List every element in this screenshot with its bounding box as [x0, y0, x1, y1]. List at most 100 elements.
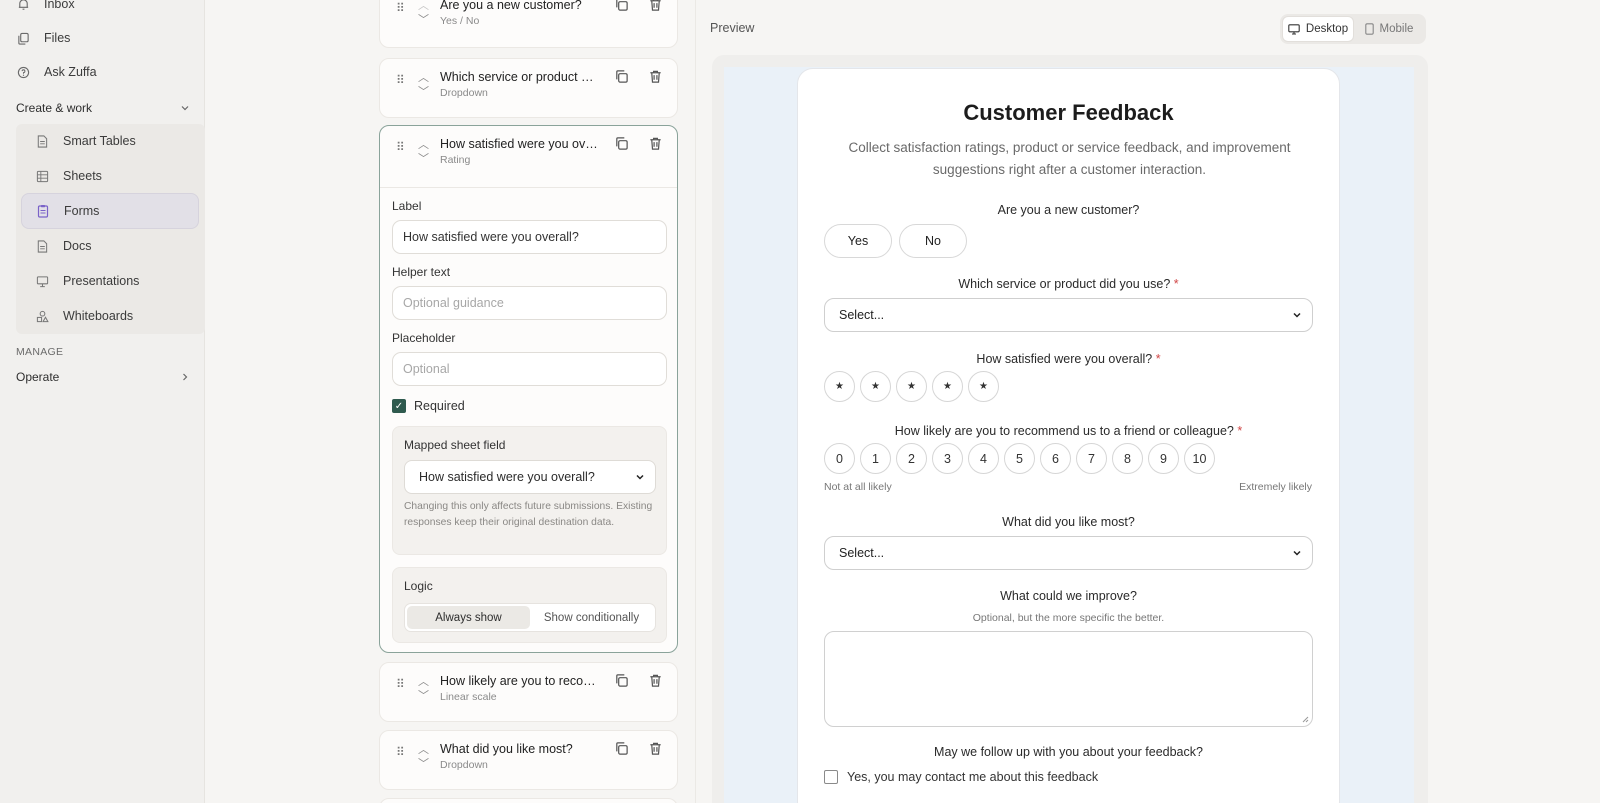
logic-show-conditionally[interactable]: Show conditionally [530, 606, 653, 629]
rating-star-1[interactable]: ★ [824, 371, 855, 402]
scale-option-9[interactable]: 9 [1148, 443, 1179, 474]
required-checkbox[interactable]: ✓ [392, 399, 406, 413]
question-card[interactable]: ⠿ ︿ ﹀ Are you a new customer? Yes / No [379, 0, 678, 48]
presentation-icon [35, 274, 49, 288]
chevron-down-icon[interactable]: ﹀ [418, 687, 429, 703]
help-circle-icon [16, 65, 30, 79]
select-value: Select... [839, 546, 885, 560]
scale-option-10[interactable]: 10 [1184, 443, 1215, 474]
label-input[interactable] [392, 220, 667, 254]
improve-textarea[interactable] [824, 631, 1313, 727]
placeholder-field-label: Placeholder [392, 331, 456, 345]
question-label: Which service or product did you use? * [798, 277, 1339, 291]
question-card[interactable]: ⠿ ︿ ﹀ How likely are you to recommend us… [379, 662, 678, 722]
helper-text-input[interactable] [392, 286, 667, 320]
follow-up-checkbox[interactable] [824, 770, 838, 784]
required-row[interactable]: ✓ Required [392, 399, 465, 413]
chevron-down-icon[interactable]: ﹀ [418, 83, 429, 99]
question-type: Rating [440, 154, 471, 166]
sidebar-item-forms[interactable]: Forms [21, 193, 199, 229]
no-option[interactable]: No [899, 224, 967, 258]
operate-group-toggle[interactable]: Operate [16, 370, 190, 384]
follow-up-checkbox-row[interactable]: Yes, you may contact me about this feedb… [824, 770, 1098, 784]
question-text: How satisfied were you overall? [976, 352, 1153, 366]
sidebar-item-presentations[interactable]: Presentations [21, 263, 199, 299]
duplicate-icon[interactable] [614, 69, 630, 85]
placeholder-input[interactable] [392, 352, 667, 386]
chevron-down-icon[interactable]: ﹀ [418, 150, 429, 166]
drag-handle-icon[interactable]: ⠿ [396, 140, 405, 154]
chevron-down-icon [1292, 548, 1302, 558]
required-mark: * [1155, 352, 1161, 366]
delete-icon[interactable] [648, 69, 664, 85]
scale-option-4[interactable]: 4 [968, 443, 999, 474]
group-label: Operate [16, 370, 60, 384]
resize-handle-icon [1302, 716, 1309, 723]
sidebar-item-docs[interactable]: Docs [21, 228, 199, 264]
yes-option[interactable]: Yes [824, 224, 892, 258]
delete-icon[interactable] [648, 0, 664, 13]
delete-icon[interactable] [648, 136, 664, 152]
sidebar-item-files[interactable]: Files [16, 24, 70, 52]
question-card-partial[interactable] [379, 798, 678, 803]
scale-option-5[interactable]: 5 [1004, 443, 1035, 474]
sidebar-item-inbox[interactable]: Inbox [16, 0, 75, 18]
mapped-field-select[interactable]: How satisfied were you overall? [404, 460, 656, 494]
chevron-down-icon[interactable]: ﹀ [418, 11, 429, 27]
drag-handle-icon[interactable]: ⠿ [396, 1, 405, 15]
scale-option-7[interactable]: 7 [1076, 443, 1107, 474]
group-label: Create & work [16, 101, 93, 115]
rating-star-2[interactable]: ★ [860, 371, 891, 402]
question-card[interactable]: ⠿ ︿ ﹀ What did you like most? Dropdown [379, 730, 678, 790]
drag-handle-icon[interactable]: ⠿ [396, 73, 405, 87]
duplicate-icon[interactable] [614, 741, 630, 757]
question-card[interactable]: ⠿ ︿ ﹀ Which service or product did you u… [379, 58, 678, 118]
scale-option-8[interactable]: 8 [1112, 443, 1143, 474]
scale-option-2[interactable]: 2 [896, 443, 927, 474]
delete-icon[interactable] [648, 673, 664, 689]
create-work-group-toggle[interactable]: Create & work [16, 101, 190, 115]
sidebar-item-label: Files [44, 31, 71, 45]
question-type: Dropdown [440, 87, 488, 99]
scale-option-0[interactable]: 0 [824, 443, 855, 474]
sidebar-item-label: Smart Tables [63, 134, 136, 148]
question-text: Which service or product did you use? [958, 277, 1171, 291]
duplicate-icon[interactable] [614, 0, 630, 13]
sidebar-item-label: Inbox [44, 0, 75, 11]
question-helper: Optional, but the more specific the bett… [972, 612, 1165, 624]
duplicate-icon[interactable] [614, 136, 630, 152]
document-icon [35, 134, 49, 148]
sidebar-item-smart-tables[interactable]: Smart Tables [21, 123, 199, 159]
chevron-down-icon[interactable]: ﹀ [418, 755, 429, 771]
service-select[interactable]: Select... [824, 298, 1313, 332]
question-label: What did you like most? [798, 515, 1339, 529]
scale-option-3[interactable]: 3 [932, 443, 963, 474]
files-icon [16, 31, 30, 45]
device-desktop-button[interactable]: Desktop [1282, 16, 1354, 42]
sidebar-item-label: Docs [63, 239, 92, 253]
required-mark: * [1237, 424, 1243, 438]
question-card-expanded[interactable]: ⠿ ︿ ﹀ How satisfied were you overall? Ra… [379, 125, 678, 653]
sidebar-item-sheets[interactable]: Sheets [21, 158, 199, 194]
drag-handle-icon[interactable]: ⠿ [396, 745, 405, 759]
drag-handle-icon[interactable]: ⠿ [396, 677, 405, 691]
question-type: Dropdown [440, 759, 488, 771]
question-type: Yes / No [440, 15, 480, 27]
mapped-field-note: Changing this only affects future submis… [404, 501, 653, 528]
liked-most-select[interactable]: Select... [824, 536, 1313, 570]
logic-always-show[interactable]: Always show [407, 606, 530, 629]
device-toggle: Desktop Mobile [1280, 14, 1426, 44]
rating-star-3[interactable]: ★ [896, 371, 927, 402]
duplicate-icon[interactable] [614, 673, 630, 689]
device-mobile-button[interactable]: Mobile [1354, 16, 1424, 42]
sidebar-item-label: Sheets [63, 169, 102, 183]
rating-star-4[interactable]: ★ [932, 371, 963, 402]
label-field-label: Label [392, 199, 422, 213]
sidebar-item-ask-zuffa[interactable]: Ask Zuffa [16, 58, 97, 86]
scale-option-1[interactable]: 1 [860, 443, 891, 474]
rating-star-5[interactable]: ★ [968, 371, 999, 402]
scale-option-6[interactable]: 6 [1040, 443, 1071, 474]
sidebar-item-whiteboards[interactable]: Whiteboards [21, 298, 199, 334]
delete-icon[interactable] [648, 741, 664, 757]
form-card: Customer Feedback Collect satisfaction r… [797, 68, 1340, 803]
